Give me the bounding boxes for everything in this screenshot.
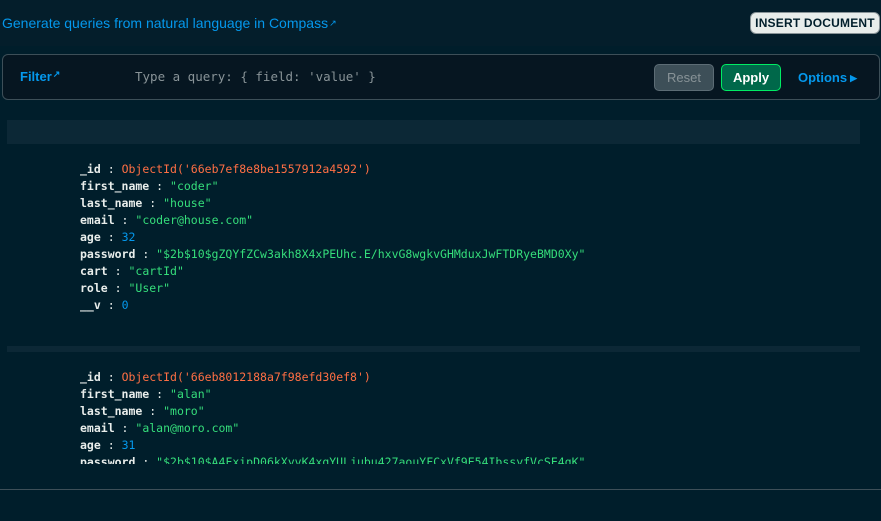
document-card[interactable]: _id : ObjectId('66eb7ef8e8be1557912a4592… xyxy=(7,138,860,347)
document-fields: _id : ObjectId('66eb7ef8e8be1557912a4592… xyxy=(80,161,585,314)
field-key: email xyxy=(80,421,115,435)
field-key: role xyxy=(80,281,108,295)
field-key: age xyxy=(80,230,101,244)
field-key: _id xyxy=(80,162,101,176)
document-fields: _id : ObjectId('66eb8012188a7f98efd30ef8… xyxy=(80,369,585,464)
document-field[interactable]: age : 31 xyxy=(80,437,585,454)
field-value: "coder" xyxy=(170,179,219,193)
field-value: "coder@house.com" xyxy=(135,213,254,227)
field-key: email xyxy=(80,213,115,227)
query-input[interactable]: Type a query: { field: 'value' } xyxy=(135,69,376,84)
document-field[interactable]: email : "alan@moro.com" xyxy=(80,420,585,437)
document-field[interactable]: cart : "cartId" xyxy=(80,263,585,280)
field-key: password xyxy=(80,455,136,464)
top-bar: Generate queries from natural language i… xyxy=(0,0,881,46)
field-value: "alan@moro.com" xyxy=(135,421,240,435)
field-separator: : xyxy=(135,247,157,261)
generate-queries-label: Generate queries from natural language i… xyxy=(2,15,329,31)
footer xyxy=(0,490,881,521)
field-separator: : xyxy=(114,421,136,435)
options-toggle[interactable]: Options ▶ xyxy=(798,70,857,85)
field-value: 31 xyxy=(121,438,136,452)
field-separator: : xyxy=(142,196,164,210)
document-card[interactable]: _id : ObjectId('66eb8012188a7f98efd30ef8… xyxy=(7,346,860,464)
document-field[interactable]: first_name : "alan" xyxy=(80,386,585,403)
document-list: _id : ObjectId('66eb7ef8e8be1557912a4592… xyxy=(0,138,881,464)
document-field[interactable]: password : "$2b$10$A4FxipD06kXyvK4xgYULj… xyxy=(80,454,585,464)
field-value: 32 xyxy=(121,230,136,244)
field-separator: : xyxy=(142,404,164,418)
field-value: "moro" xyxy=(163,404,205,418)
field-key: password xyxy=(80,247,136,261)
field-key: first_name xyxy=(80,179,150,193)
external-link-icon: ↗︎ xyxy=(329,18,337,28)
field-key: _id xyxy=(80,370,101,384)
field-value: "User" xyxy=(128,281,171,295)
caret-right-icon: ▶ xyxy=(850,73,858,83)
document-field[interactable]: email : "coder@house.com" xyxy=(80,212,585,229)
compass-documents-view: Generate queries from natural language i… xyxy=(0,0,881,521)
field-value: "house" xyxy=(163,196,212,210)
document-field[interactable]: __v : 0 xyxy=(80,297,585,314)
field-value: ObjectId('66eb8012188a7f98efd30ef8') xyxy=(121,370,371,384)
field-value: "cartId" xyxy=(128,264,184,278)
document-field[interactable]: first_name : "coder" xyxy=(80,178,585,195)
field-separator: : xyxy=(100,438,122,452)
options-label: Options xyxy=(798,70,848,85)
filter-link[interactable]: Filter↗︎ xyxy=(20,69,60,84)
field-separator: : xyxy=(149,179,171,193)
field-key: first_name xyxy=(80,387,150,401)
field-value: "alan" xyxy=(170,387,212,401)
insert-document-button[interactable]: INSERT DOCUMENT xyxy=(750,12,880,34)
field-value: "$2b$10$gZQYfZCw3akh8X4xPEUhc.E/hxvG8wgk… xyxy=(156,247,586,261)
field-separator: : xyxy=(100,162,122,176)
field-key: last_name xyxy=(80,196,143,210)
list-header-strip xyxy=(7,120,860,138)
document-field[interactable]: last_name : "house" xyxy=(80,195,585,212)
field-value: ObjectId('66eb7ef8e8be1557912a4592') xyxy=(121,162,371,176)
filter-bar: Filter↗︎ Type a query: { field: 'value' … xyxy=(2,54,880,100)
field-key: __v xyxy=(80,298,101,312)
document-field[interactable]: role : "User" xyxy=(80,280,585,297)
field-key: last_name xyxy=(80,404,143,418)
field-separator: : xyxy=(149,387,171,401)
field-separator: : xyxy=(107,264,129,278)
field-separator: : xyxy=(114,213,136,227)
field-separator: : xyxy=(100,298,122,312)
reset-button[interactable]: Reset xyxy=(654,64,714,91)
document-field[interactable]: age : 32 xyxy=(80,229,585,246)
filter-label: Filter xyxy=(20,69,52,84)
field-separator: : xyxy=(107,281,129,295)
external-link-icon: ↗︎ xyxy=(52,69,61,79)
generate-queries-link[interactable]: Generate queries from natural language i… xyxy=(2,14,337,32)
document-field[interactable]: _id : ObjectId('66eb8012188a7f98efd30ef8… xyxy=(80,369,585,386)
document-field[interactable]: password : "$2b$10$gZQYfZCw3akh8X4xPEUhc… xyxy=(80,246,585,263)
field-separator: : xyxy=(100,230,122,244)
field-separator: : xyxy=(135,455,157,464)
field-key: age xyxy=(80,438,101,452)
field-separator: : xyxy=(100,370,122,384)
document-field[interactable]: last_name : "moro" xyxy=(80,403,585,420)
document-field[interactable]: _id : ObjectId('66eb7ef8e8be1557912a4592… xyxy=(80,161,585,178)
field-key: cart xyxy=(80,264,108,278)
apply-button[interactable]: Apply xyxy=(721,64,781,91)
field-value: 0 xyxy=(121,298,129,312)
field-value: "$2b$10$A4FxipD06kXyvK4xgYULjubu427aouYF… xyxy=(156,455,586,464)
